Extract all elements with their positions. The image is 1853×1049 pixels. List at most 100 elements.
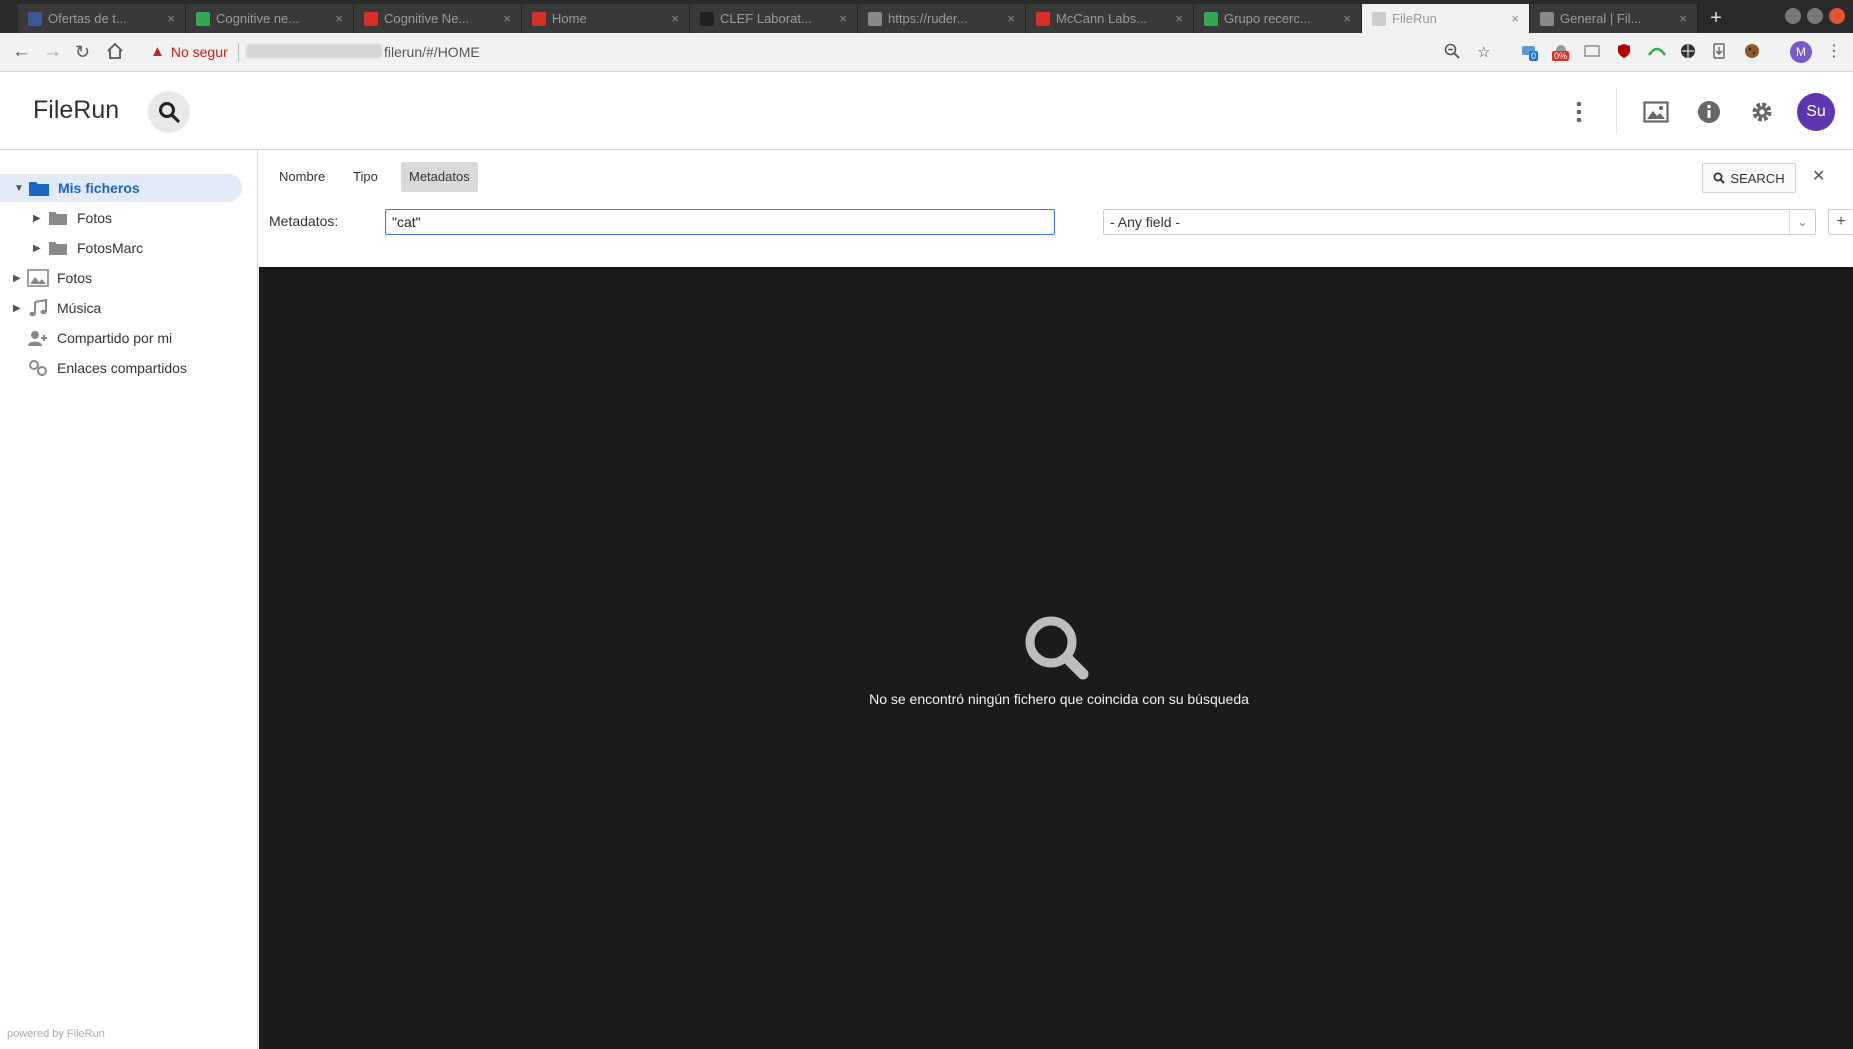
search-button[interactable]: [148, 91, 190, 133]
browser-tab[interactable]: Home ×: [522, 4, 690, 33]
field-select[interactable]: - Any field - ⌄: [1103, 209, 1816, 235]
powered-by-link[interactable]: powered by FileRun: [7, 1028, 105, 1040]
ublock-icon[interactable]: [1616, 43, 1632, 63]
sidebar-item-label: FotosMarc: [77, 240, 144, 256]
zoom-icon[interactable]: [1444, 43, 1460, 63]
search-button-label: SEARCH: [1730, 170, 1785, 186]
browser-profile-avatar[interactable]: M: [1790, 41, 1812, 63]
browser-tab[interactable]: CLEF Laborat... ×: [690, 4, 858, 33]
close-icon[interactable]: ✕: [1812, 166, 1825, 186]
extension-badge: 0%: [1552, 51, 1570, 61]
download-icon[interactable]: [1712, 43, 1726, 63]
browser-menu-icon[interactable]: ⋮: [1826, 42, 1842, 62]
sidebar-item-label: Enlaces compartidos: [57, 360, 187, 376]
close-tab-icon[interactable]: ×: [335, 4, 343, 33]
expand-arrow-icon[interactable]: ▶: [33, 243, 47, 254]
browser-tab[interactable]: https://ruder... ×: [858, 4, 1026, 33]
url-separator: [238, 43, 239, 62]
browser-tab[interactable]: Cognitive ne... ×: [186, 4, 354, 33]
close-tab-icon[interactable]: ×: [671, 4, 679, 33]
url-redacted: [246, 44, 382, 58]
expand-arrow-icon[interactable]: ▶: [13, 273, 27, 284]
globe-icon[interactable]: [1680, 43, 1696, 63]
chevron-down-icon[interactable]: ⌄: [1789, 210, 1815, 234]
close-tab-icon[interactable]: ×: [1343, 4, 1351, 33]
back-icon[interactable]: ←: [12, 42, 31, 62]
metadata-input[interactable]: [385, 209, 1055, 235]
image-icon[interactable]: [1642, 98, 1670, 126]
folder-icon: [47, 239, 69, 257]
sidebar-item-fotos[interactable]: ▶ Fotos: [13, 264, 92, 292]
sidebar-item-label: Música: [57, 300, 102, 316]
sidebar-item-mis-ficheros[interactable]: ▼ Mis ficheros: [0, 174, 242, 202]
sidebar-item-fotos-folder[interactable]: ▶ Fotos: [33, 204, 112, 232]
maximize-button[interactable]: [1807, 8, 1823, 24]
search-panel: Nombre Tipo Metadatos SEARCH ✕ Metadatos…: [259, 150, 1853, 267]
sidebar-item-compartido[interactable]: Compartido por mi: [27, 324, 172, 352]
browser-tab-label: Home: [552, 11, 587, 26]
browser-tab[interactable]: McCann Labs... ×: [1026, 4, 1194, 33]
extension-icon[interactable]: 0: [1520, 43, 1539, 65]
header-divider: [1616, 88, 1617, 134]
extension-badge: 0: [1529, 51, 1539, 61]
close-tab-icon[interactable]: ×: [839, 4, 847, 33]
security-warning[interactable]: ▲ No segur: [150, 43, 228, 60]
add-criteria-button[interactable]: +: [1828, 209, 1853, 235]
close-tab-icon[interactable]: ×: [1175, 4, 1183, 33]
results-area: No se encontró ningún fichero que coinci…: [259, 267, 1853, 1049]
url-field[interactable]: filerun/#/HOME: [246, 44, 480, 60]
browser-tab[interactable]: Ofertas de t... ×: [18, 4, 186, 33]
sidebar-item-enlaces[interactable]: Enlaces compartidos: [27, 354, 187, 382]
empty-results-message: No se encontró ningún fichero que coinci…: [869, 691, 1249, 707]
browser-tab-label: Grupo recerc...: [1224, 11, 1311, 26]
browser-tab[interactable]: Cognitive Ne... ×: [354, 4, 522, 33]
close-tab-icon[interactable]: ×: [503, 4, 511, 33]
browser-tab[interactable]: General | Fil... ×: [1530, 4, 1698, 33]
minimize-button[interactable]: [1785, 8, 1801, 24]
link-icon: [27, 359, 49, 377]
browser-tab-label: Cognitive ne...: [216, 11, 300, 26]
share-user-icon: [27, 329, 49, 347]
browser-tab[interactable]: Grupo recerc... ×: [1194, 4, 1362, 33]
warning-icon: ▲: [150, 43, 165, 60]
home-icon[interactable]: [106, 42, 124, 65]
info-icon[interactable]: [1695, 98, 1723, 126]
sidebar-item-label: Mis ficheros: [58, 180, 140, 196]
search-submit-button[interactable]: SEARCH: [1702, 163, 1796, 193]
bookmark-star-icon[interactable]: ☆: [1477, 43, 1490, 61]
extension-icon[interactable]: 0%: [1552, 43, 1570, 65]
browser-tab-label: FileRun: [1392, 11, 1437, 26]
browser-tab[interactable]: FileRun ×: [1362, 4, 1530, 33]
sidebar-item-musica[interactable]: ▶ Música: [13, 294, 101, 322]
reload-icon[interactable]: ↻: [75, 42, 90, 62]
close-tab-icon[interactable]: ×: [167, 4, 175, 33]
browser-tab-label: General | Fil...: [1560, 11, 1642, 26]
expand-arrow-icon[interactable]: ▶: [13, 303, 27, 314]
gear-icon[interactable]: [1748, 98, 1776, 126]
favicon-icon: [532, 12, 546, 26]
browser-tab-bar: Ofertas de t... × Cognitive ne... × Cognitiv…: [0, 0, 1853, 33]
tab-metadatos[interactable]: Metadatos: [401, 162, 478, 192]
sidebar-item-label: Fotos: [57, 270, 93, 286]
favicon-icon: [1204, 12, 1218, 26]
more-options-icon[interactable]: [1565, 98, 1593, 126]
close-tab-icon[interactable]: ×: [1511, 4, 1519, 33]
extension-icon[interactable]: [1584, 43, 1600, 63]
expand-arrow-icon[interactable]: ▶: [33, 213, 47, 224]
close-tab-icon[interactable]: ×: [1007, 4, 1015, 33]
close-window-button[interactable]: [1829, 8, 1845, 24]
expand-arrow-icon[interactable]: ▼: [14, 183, 28, 194]
search-icon: [1713, 172, 1726, 184]
extension-icon[interactable]: [1647, 43, 1667, 63]
favicon-icon: [1036, 12, 1050, 26]
forward-icon[interactable]: →: [43, 42, 62, 62]
new-tab-button[interactable]: +: [1698, 4, 1734, 33]
sidebar-item-fotosmarc[interactable]: ▶ FotosMarc: [33, 234, 143, 262]
tab-nombre[interactable]: Nombre: [271, 162, 333, 192]
close-tab-icon[interactable]: ×: [1679, 4, 1687, 33]
cookie-icon[interactable]: [1744, 43, 1760, 63]
folder-icon: [47, 209, 69, 227]
tab-tipo[interactable]: Tipo: [345, 162, 386, 192]
app-logo[interactable]: FileRun: [33, 96, 119, 125]
user-avatar[interactable]: Su: [1797, 93, 1835, 131]
